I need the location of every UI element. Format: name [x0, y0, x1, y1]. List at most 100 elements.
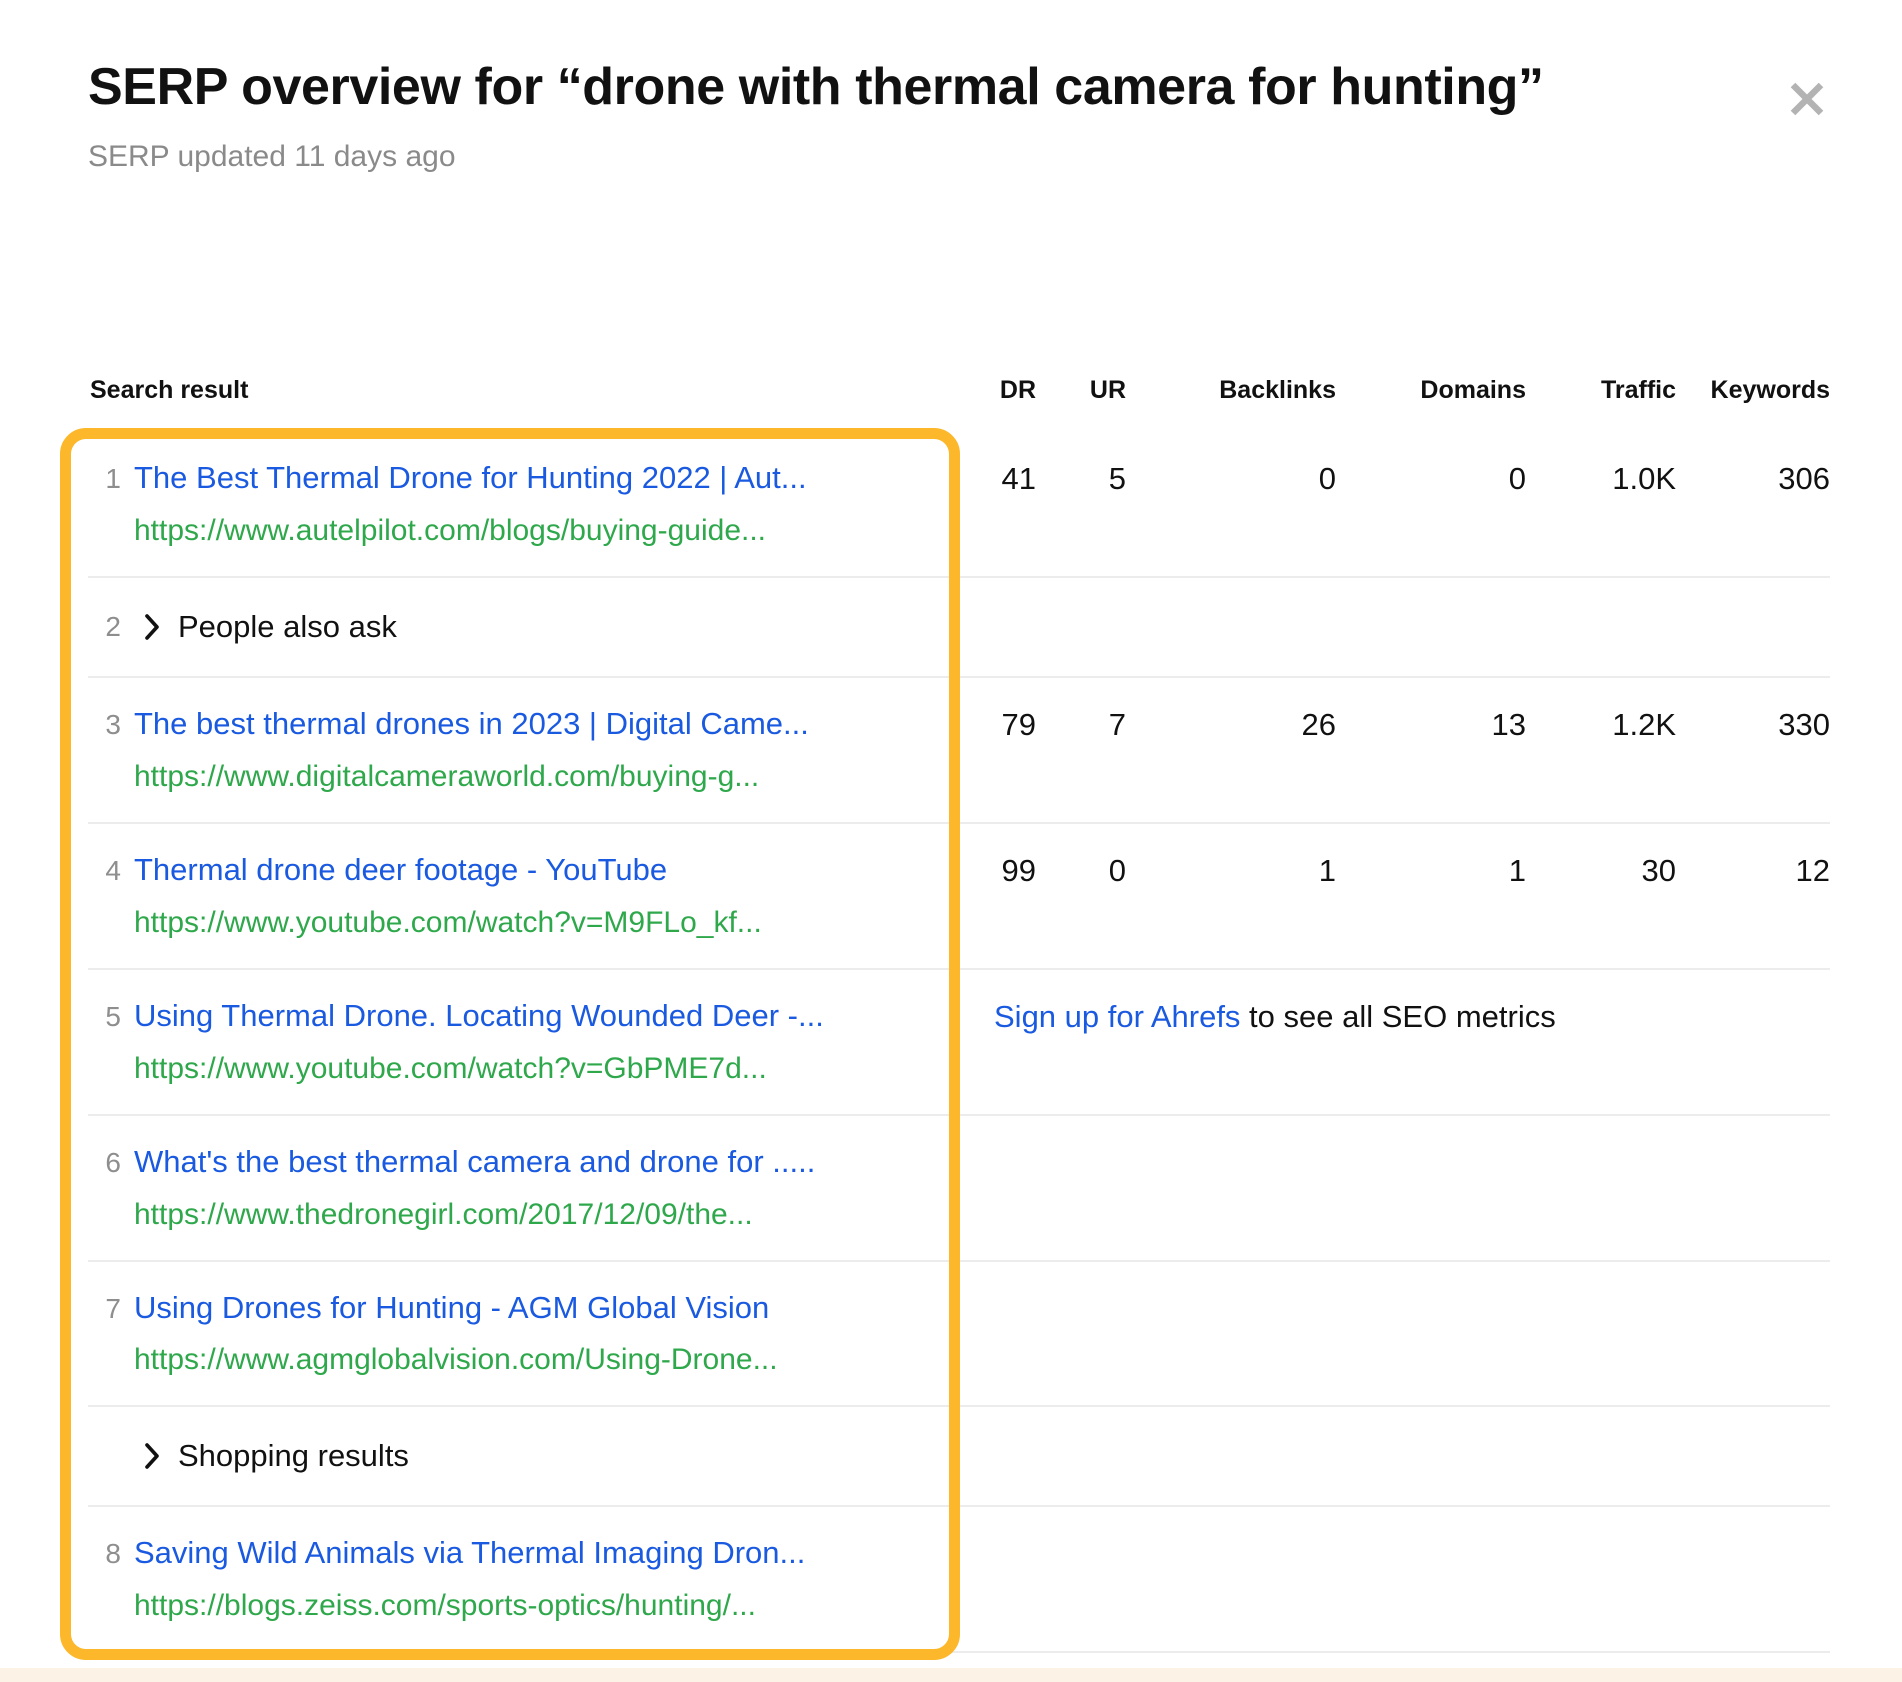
- search-result-cell: 3The best thermal drones in 2023 | Digit…: [88, 678, 956, 822]
- signup-cta: Sign up for Ahrefs to see all SEO metric…: [956, 970, 1830, 1114]
- result-url-link[interactable]: https://www.youtube.com/watch?v=M9FLo_kf…: [134, 903, 922, 942]
- metric-backlinks: 1: [1126, 824, 1336, 968]
- table-row: 3The best thermal drones in 2023 | Digit…: [88, 678, 1830, 824]
- search-result-cell: 5Using Thermal Drone. Locating Wounded D…: [88, 970, 956, 1114]
- metric-domains: [1336, 1262, 1526, 1406]
- result-title-link[interactable]: Using Thermal Drone. Locating Wounded De…: [134, 996, 824, 1037]
- result-url-link[interactable]: https://blogs.zeiss.com/sports-optics/hu…: [134, 1586, 922, 1625]
- search-result-cell: 4Thermal drone deer footage - YouTube htt…: [88, 824, 956, 968]
- metric-traffic: [1526, 1262, 1676, 1406]
- serp-feature-label[interactable]: Shopping results: [178, 1436, 409, 1476]
- column-header-search-result[interactable]: Search result: [88, 376, 956, 405]
- search-result-cell: 6What's the best thermal camera and dron…: [88, 1116, 956, 1260]
- table-row: 4Thermal drone deer footage - YouTube htt…: [88, 824, 1830, 970]
- metric-traffic: [1526, 1507, 1676, 1651]
- result-rank: 3: [90, 706, 134, 744]
- bottom-accent-strip: [0, 1668, 1902, 1682]
- metric-backlinks: 26: [1126, 678, 1336, 822]
- chevron-right-icon[interactable]: [134, 612, 170, 642]
- result-url-link[interactable]: https://www.agmglobalvision.com/Using-Dr…: [134, 1340, 922, 1379]
- table-body: 1The Best Thermal Drone for Hunting 2022…: [88, 432, 1830, 1653]
- metric-domains: 1: [1336, 824, 1526, 968]
- chevron-right-icon[interactable]: [134, 1441, 170, 1471]
- serp-results-table: Search result DR UR Backlinks Domains Tr…: [88, 376, 1830, 1653]
- result-rank: 7: [90, 1290, 134, 1328]
- result-rank: 8: [90, 1535, 134, 1573]
- metric-dr: [956, 1262, 1036, 1406]
- column-header-keywords[interactable]: Keywords: [1676, 376, 1830, 405]
- metric-dr: 99: [956, 824, 1036, 968]
- metric-domains: 13: [1336, 678, 1526, 822]
- metric-ur: [1036, 1507, 1126, 1651]
- search-result-cell: 1The Best Thermal Drone for Hunting 2022…: [88, 432, 956, 576]
- result-title-link[interactable]: What's the best thermal camera and drone…: [134, 1142, 815, 1183]
- metric-keywords: 306: [1676, 432, 1830, 576]
- result-rank: 4: [90, 852, 134, 890]
- metric-dr: [956, 1116, 1036, 1260]
- signup-link[interactable]: Sign up for Ahrefs: [994, 999, 1240, 1034]
- result-title-link[interactable]: The Best Thermal Drone for Hunting 2022 …: [134, 458, 807, 499]
- metric-ur: 7: [1036, 678, 1126, 822]
- metric-traffic: 30: [1526, 824, 1676, 968]
- metric-keywords: [1676, 1116, 1830, 1260]
- table-row: 2 People also ask: [88, 578, 1830, 678]
- serp-feature-cell: 2 People also ask: [88, 578, 956, 676]
- result-title-link[interactable]: Using Drones for Hunting - AGM Global Vi…: [134, 1288, 769, 1329]
- metric-keywords: 330: [1676, 678, 1830, 822]
- table-row: 6What's the best thermal camera and dron…: [88, 1116, 1830, 1262]
- table-row: 7Using Drones for Hunting - AGM Global V…: [88, 1262, 1830, 1408]
- result-title-link[interactable]: The best thermal drones in 2023 | Digita…: [134, 704, 809, 745]
- table-row: Shopping results: [88, 1407, 1830, 1507]
- metric-ur: 0: [1036, 824, 1126, 968]
- column-header-dr[interactable]: DR: [956, 376, 1036, 405]
- result-url-link[interactable]: https://www.youtube.com/watch?v=GbPME7d.…: [134, 1049, 922, 1088]
- metric-domains: [1336, 1116, 1526, 1260]
- modal-header: SERP overview for “drone with thermal ca…: [88, 58, 1588, 175]
- metric-ur: [1036, 1262, 1126, 1406]
- column-header-backlinks[interactable]: Backlinks: [1126, 376, 1336, 405]
- column-header-ur[interactable]: UR: [1036, 376, 1126, 405]
- result-url-link[interactable]: https://www.thedronegirl.com/2017/12/09/…: [134, 1195, 922, 1234]
- metric-ur: 5: [1036, 432, 1126, 576]
- close-icon: [1783, 75, 1831, 123]
- result-rank: 6: [90, 1144, 134, 1182]
- metric-keywords: [1676, 1262, 1830, 1406]
- serp-overview-modal: SERP overview for “drone with thermal ca…: [0, 0, 1902, 1682]
- result-url-link[interactable]: https://www.autelpilot.com/blogs/buying-…: [134, 511, 922, 550]
- metric-domains: 0: [1336, 432, 1526, 576]
- search-result-cell: 8Saving Wild Animals via Thermal Imaging…: [88, 1507, 956, 1651]
- result-rank: 5: [90, 998, 134, 1036]
- close-button[interactable]: [1770, 62, 1844, 136]
- metric-dr: [956, 1507, 1036, 1651]
- metric-traffic: [1526, 1116, 1676, 1260]
- metric-backlinks: [1126, 1116, 1336, 1260]
- metric-traffic: 1.2K: [1526, 678, 1676, 822]
- signup-cta-text: to see all SEO metrics: [1240, 999, 1555, 1034]
- column-header-traffic[interactable]: Traffic: [1526, 376, 1676, 405]
- page-title: SERP overview for “drone with thermal ca…: [88, 58, 1558, 117]
- serp-updated-text: SERP updated 11 days ago: [88, 139, 1588, 175]
- column-header-domains[interactable]: Domains: [1336, 376, 1526, 405]
- table-row: 8Saving Wild Animals via Thermal Imaging…: [88, 1507, 1830, 1653]
- serp-feature-label[interactable]: People also ask: [178, 607, 397, 647]
- metric-backlinks: [1126, 1262, 1336, 1406]
- metric-dr: 41: [956, 432, 1036, 576]
- table-row: 1The Best Thermal Drone for Hunting 2022…: [88, 432, 1830, 578]
- result-rank: 1: [90, 460, 134, 498]
- metric-keywords: [1676, 1507, 1830, 1651]
- result-rank: 2: [90, 608, 134, 646]
- result-title-link[interactable]: Thermal drone deer footage - YouTube: [134, 850, 667, 891]
- metric-traffic: 1.0K: [1526, 432, 1676, 576]
- metric-keywords: 12: [1676, 824, 1830, 968]
- metric-backlinks: [1126, 1507, 1336, 1651]
- metric-dr: 79: [956, 678, 1036, 822]
- metrics-empty: [956, 1407, 1830, 1505]
- metric-backlinks: 0: [1126, 432, 1336, 576]
- result-title-link[interactable]: Saving Wild Animals via Thermal Imaging …: [134, 1533, 805, 1574]
- search-result-cell: 7Using Drones for Hunting - AGM Global V…: [88, 1262, 956, 1406]
- metric-ur: [1036, 1116, 1126, 1260]
- table-row: 5Using Thermal Drone. Locating Wounded D…: [88, 970, 1830, 1116]
- metrics-empty: [956, 578, 1830, 676]
- result-url-link[interactable]: https://www.digitalcameraworld.com/buyin…: [134, 757, 922, 796]
- table-header-row: Search result DR UR Backlinks Domains Tr…: [88, 376, 1830, 432]
